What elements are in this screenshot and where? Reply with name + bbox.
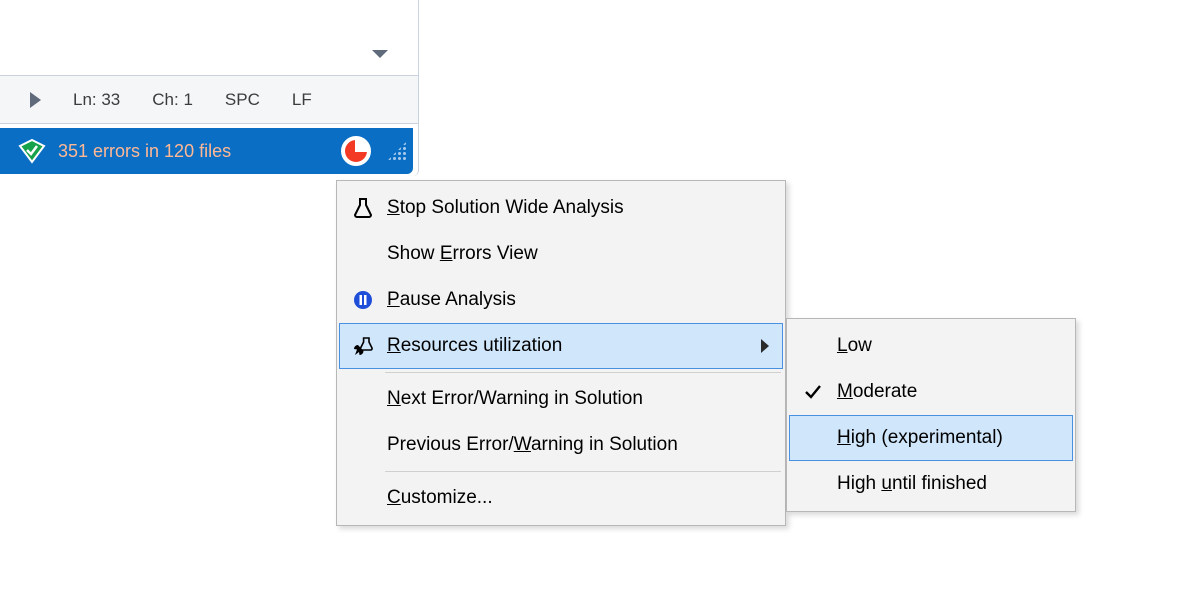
column-indicator: Ch: 1 [152,90,193,110]
check-icon [789,383,837,401]
chevron-down-icon[interactable] [372,50,388,58]
menu-item-label: Resources utilization [387,335,761,357]
menu-item-label: Customize... [387,487,769,509]
editor-top-pane [0,0,418,76]
menu-item-stop-analysis[interactable]: Stop Solution Wide Analysis [339,185,783,231]
flask-icon [339,197,387,219]
analysis-progress-icon[interactable] [341,136,371,166]
submenu-arrow-icon [761,339,769,353]
menu-item-label: Show Errors View [387,243,769,265]
menu-item-pause-analysis[interactable]: Pause Analysis [339,277,783,323]
menu-item-next-error[interactable]: Next Error/Warning in Solution [339,376,783,422]
indent-indicator: SPC [225,90,260,110]
error-count-text: 351 errors in 120 files [58,141,231,162]
submenu-item-high[interactable]: High (experimental) [789,415,1073,461]
menu-item-label: Next Error/Warning in Solution [387,388,769,410]
analysis-context-menu: Stop Solution Wide Analysis Show Errors … [336,180,786,526]
menu-item-show-errors-view[interactable]: Show Errors View [339,231,783,277]
line-indicator: Ln: 33 [73,90,120,110]
submenu-item-high-until-finished[interactable]: High until finished [789,461,1073,507]
menu-item-resources-utilization[interactable]: Resources utilization [339,323,783,369]
menu-item-customize[interactable]: Customize... [339,475,783,521]
shield-check-icon [18,138,46,164]
menu-item-label: Previous Error/Warning in Solution [387,434,769,456]
resize-grip-icon[interactable] [387,141,407,161]
submenu-item-low[interactable]: Low [789,323,1073,369]
eol-indicator: LF [292,90,312,110]
menu-item-label: High until finished [837,473,1059,495]
menu-item-label: High (experimental) [837,427,1059,449]
pause-icon [339,290,387,310]
editor-status-strip: Ln: 33 Ch: 1 SPC LF [0,76,418,124]
menu-item-label: Pause Analysis [387,289,769,311]
menu-separator [385,471,781,472]
submenu-item-moderate[interactable]: Moderate [789,369,1073,415]
menu-item-label: Low [837,335,1059,357]
resources-utilization-submenu: Low Moderate High (experimental) High un… [786,318,1076,512]
play-icon[interactable] [30,92,41,108]
menu-item-label: Stop Solution Wide Analysis [387,197,769,219]
menu-item-previous-error[interactable]: Previous Error/Warning in Solution [339,422,783,468]
menu-separator [385,372,781,373]
solution-analysis-status-bar[interactable]: 351 errors in 120 files [0,128,413,174]
menu-item-label: Moderate [837,381,1059,403]
wrench-flask-icon [339,335,387,357]
